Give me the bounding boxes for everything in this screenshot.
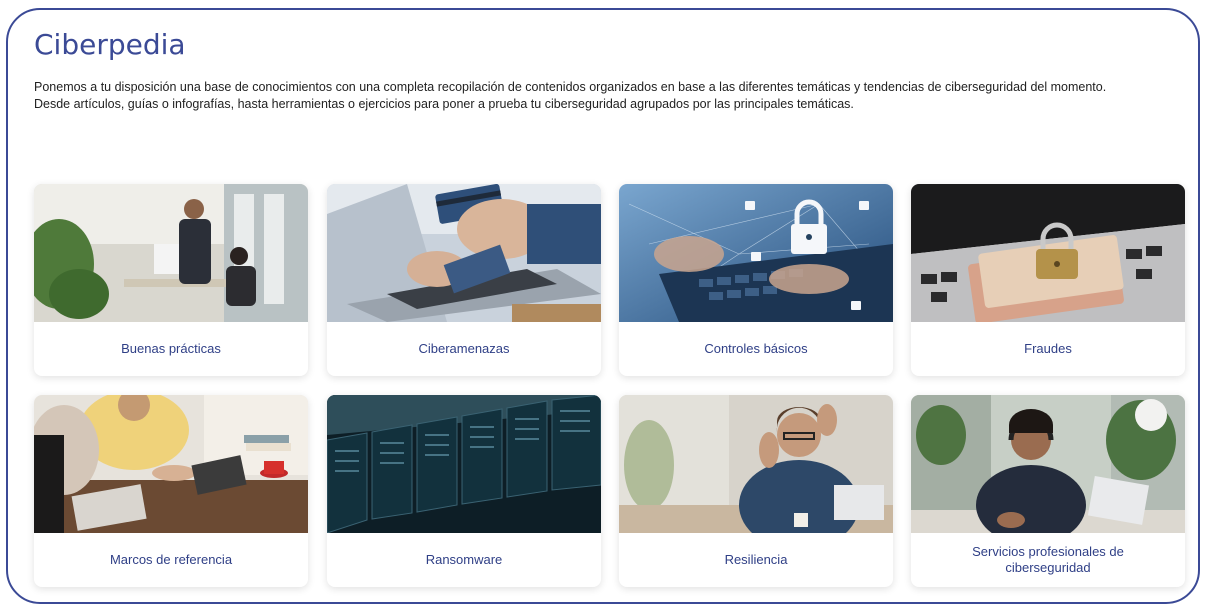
card-image-cards-padlock	[911, 184, 1185, 322]
card-image-office-meeting	[34, 184, 308, 322]
card-image-woman-headset	[911, 395, 1185, 533]
card-label: Controles básicos	[704, 341, 808, 356]
card-fraudes[interactable]: Fraudes	[911, 184, 1185, 376]
description-line-1: Ponemos a tu disposición una base de con…	[34, 80, 1107, 94]
card-label: Ransomware	[425, 552, 503, 567]
card-ransomware[interactable]: Ransomware	[327, 395, 601, 587]
card-resiliencia[interactable]: Resiliencia	[619, 395, 893, 587]
card-label: Buenas prácticas	[121, 341, 221, 356]
description-line-2: Desde artículos, guías o infografías, ha…	[34, 97, 854, 111]
card-image-server-room	[327, 395, 601, 533]
card-label: Marcos de referencia	[109, 552, 233, 567]
page-title: Ciberpedia	[34, 28, 186, 61]
card-image-padlock-keyboard	[619, 184, 893, 322]
card-label: Ciberamenazas	[418, 341, 510, 356]
card-marcos-de-referencia[interactable]: Marcos de referencia	[34, 395, 308, 587]
card-image-credit-card-laptop	[327, 184, 601, 322]
card-image-meeting-table	[34, 395, 308, 533]
card-label: Servicios profesionales de cibersegurida…	[972, 544, 1124, 575]
card-servicios-profesionales[interactable]: Servicios profesionales de cibersegurida…	[911, 395, 1185, 587]
card-label: Resiliencia	[724, 552, 788, 567]
card-ciberamenazas[interactable]: Ciberamenazas	[327, 184, 601, 376]
card-image-stressed-man-phone	[619, 395, 893, 533]
page-description: Ponemos a tu disposición una base de con…	[34, 79, 1164, 113]
card-controles-basicos[interactable]: Controles básicos	[619, 184, 893, 376]
card-buenas-practicas[interactable]: Buenas prácticas	[34, 184, 308, 376]
card-label: Fraudes	[1024, 341, 1072, 356]
